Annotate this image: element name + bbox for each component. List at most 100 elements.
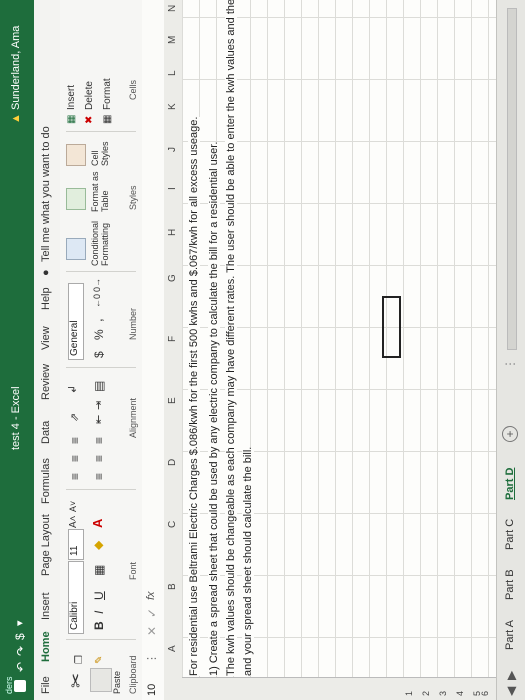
align-center-icon[interactable]: ≡ — [92, 455, 106, 462]
sheet-tab-part-a[interactable]: Part A — [504, 620, 516, 650]
format-as-table-button[interactable]: Format as Table — [90, 171, 110, 212]
increase-decimal-icon[interactable]: ←0 — [92, 294, 102, 308]
column-header[interactable]: G — [167, 274, 178, 282]
format-painter-icon[interactable]: ✎ — [94, 656, 105, 664]
cell-text-line-3[interactable]: The kwh values should be changeable as e… — [225, 0, 237, 676]
tab-page-layout[interactable]: Page Layout — [40, 514, 52, 576]
sheet-tab-part-b[interactable]: Part B — [504, 569, 516, 600]
scroll-right-icon[interactable]: ▶ — [504, 671, 518, 680]
insert-cells-icon[interactable]: ▦ — [66, 115, 77, 124]
row-header[interactable]: 2 — [421, 691, 431, 696]
increase-indent-icon[interactable]: ⇥ — [92, 401, 105, 410]
column-header[interactable]: I — [167, 187, 178, 190]
insert-cells-button[interactable]: Insert — [66, 85, 77, 110]
undo-icon[interactable]: ↶ — [14, 662, 28, 672]
row-header[interactable]: 4 — [455, 691, 465, 696]
row-header[interactable]: 1 — [404, 691, 414, 696]
quick-access-dollar-icon[interactable]: $ — [13, 633, 27, 640]
delete-cells-icon[interactable]: ✖ — [84, 116, 95, 124]
enter-icon[interactable]: ✓ — [145, 608, 159, 618]
cell-text-line-2[interactable]: 1) Create a spread sheet that could be u… — [208, 141, 220, 676]
name-box-dropdown-icon[interactable]: ⋮ — [145, 653, 158, 664]
save-icon[interactable] — [14, 680, 26, 692]
cancel-icon[interactable]: ✕ — [145, 626, 159, 636]
name-box[interactable]: 10 — [146, 684, 158, 696]
column-header[interactable]: K — [167, 103, 178, 110]
sheet-tab-part-c[interactable]: Part C — [504, 519, 516, 550]
row-header[interactable]: 6 — [480, 691, 490, 696]
decrease-decimal-icon[interactable]: 0→ — [92, 278, 102, 292]
column-header[interactable]: H — [167, 229, 178, 236]
tab-data[interactable]: Data — [40, 421, 52, 444]
row-header[interactable]: 3 — [438, 691, 448, 696]
conditional-formatting-icon[interactable] — [66, 238, 86, 260]
tab-review[interactable]: Review — [40, 364, 52, 400]
font-color-button[interactable]: A — [90, 519, 105, 528]
currency-button[interactable]: $ — [92, 351, 106, 358]
tab-help[interactable]: Help — [40, 287, 52, 310]
delete-cells-button[interactable]: Delete — [84, 81, 95, 110]
align-bottom-icon[interactable]: ≡ — [68, 437, 82, 444]
paste-label[interactable]: Paste — [112, 671, 122, 694]
conditional-formatting-button[interactable]: Conditional Formatting — [90, 221, 110, 266]
column-header[interactable]: F — [167, 336, 178, 342]
tab-view[interactable]: View — [40, 326, 52, 350]
tab-insert[interactable]: Insert — [40, 592, 52, 620]
format-cells-icon[interactable]: ▦ — [102, 115, 113, 124]
sheet-tab-part-d[interactable]: Part D — [504, 468, 516, 500]
percent-button[interactable]: % — [92, 329, 106, 340]
grow-font-button[interactable]: A˄ — [68, 515, 79, 528]
borders-icon[interactable]: ▦ — [92, 565, 106, 576]
column-header[interactable]: A — [167, 645, 178, 652]
align-top-icon[interactable]: ≡ — [68, 473, 82, 480]
format-as-table-icon[interactable] — [66, 188, 86, 210]
column-header[interactable]: N — [167, 5, 178, 12]
fill-color-icon[interactable]: ◆ — [91, 541, 105, 550]
font-name-select[interactable]: Calibri — [68, 561, 84, 634]
paste-icon[interactable] — [90, 668, 112, 692]
tab-split-handle[interactable]: ⋮ — [503, 358, 517, 370]
bold-button[interactable]: B — [92, 621, 106, 630]
tell-me-box[interactable]: Tell me what you want to do — [40, 126, 52, 262]
column-header[interactable]: J — [167, 147, 178, 152]
separator — [66, 131, 136, 132]
column-header[interactable]: C — [167, 521, 178, 528]
column-header[interactable]: B — [167, 583, 178, 590]
add-sheet-icon[interactable]: + — [502, 426, 518, 442]
column-header[interactable]: M — [167, 36, 178, 44]
cell-styles-icon[interactable] — [66, 144, 86, 166]
tab-file[interactable]: File — [40, 676, 52, 694]
customize-qat-icon[interactable]: ▾ — [13, 620, 26, 626]
copy-icon[interactable]: ❐ — [74, 655, 85, 664]
comma-button[interactable]: , — [90, 318, 105, 322]
italic-button[interactable]: I — [92, 611, 106, 614]
account-name[interactable]: Sunderland, Ama — [10, 26, 22, 110]
align-middle-icon[interactable]: ≡ — [68, 455, 82, 462]
column-header[interactable]: D — [167, 459, 178, 466]
format-cells-button[interactable]: Format — [102, 78, 113, 110]
insert-function-button[interactable]: fx — [145, 591, 157, 600]
cell-text-line-4[interactable]: and your spread sheet should calculate t… — [242, 446, 254, 676]
scissors-icon[interactable]: ✂ — [66, 673, 87, 688]
font-size-select[interactable]: 11 — [68, 529, 84, 560]
merge-center-icon[interactable]: ▤ — [92, 381, 106, 392]
column-header[interactable]: L — [167, 70, 178, 76]
decrease-indent-icon[interactable]: ⇤ — [92, 415, 105, 424]
shrink-font-button[interactable]: A˅ — [68, 501, 78, 512]
number-format-select[interactable]: General — [68, 283, 84, 360]
orientation-icon[interactable]: ⇗ — [68, 413, 81, 422]
tab-home[interactable]: Home — [40, 631, 52, 662]
scroll-left-icon[interactable]: ◀ — [504, 687, 518, 696]
underline-button[interactable]: U — [92, 591, 106, 600]
wrap-text-icon[interactable]: ↲ — [66, 385, 79, 394]
active-cell-selection[interactable] — [382, 296, 401, 358]
column-header[interactable]: E — [167, 397, 178, 404]
align-left-icon[interactable]: ≡ — [92, 473, 106, 480]
cell-styles-button[interactable]: Cell Styles — [90, 141, 110, 166]
cell-text-line-1[interactable]: For residential use Beltrami Electric Ch… — [188, 116, 200, 676]
redo-icon[interactable]: ↷ — [14, 646, 28, 656]
tab-formulas[interactable]: Formulas — [40, 458, 52, 504]
align-right-icon[interactable]: ≡ — [92, 437, 106, 444]
horizontal-scrollbar[interactable] — [507, 8, 517, 350]
formula-input[interactable] — [145, 6, 161, 576]
